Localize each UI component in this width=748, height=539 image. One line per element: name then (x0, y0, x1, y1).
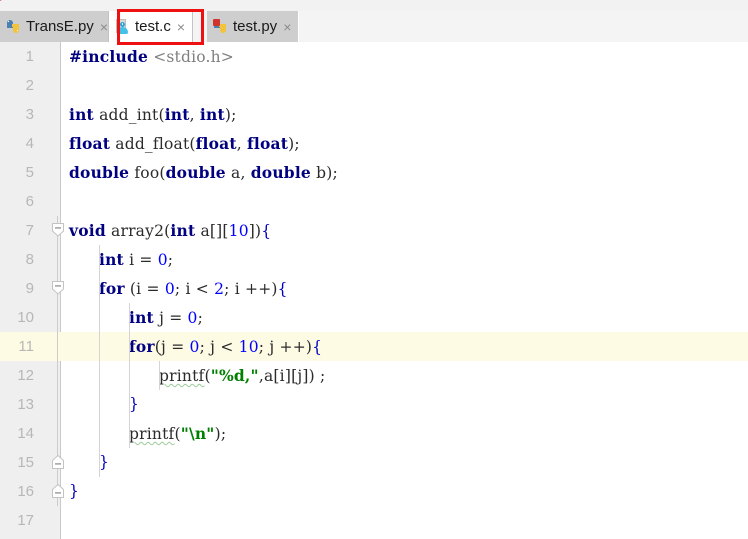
code-line[interactable]: 6 (0, 187, 748, 216)
line-number: 11 (0, 332, 46, 361)
close-icon[interactable]: × (283, 20, 291, 34)
line-number: 16 (0, 477, 46, 506)
line-number-text: 15 (17, 454, 34, 471)
fold-region-line (57, 332, 58, 361)
code-line[interactable]: 16} (0, 477, 748, 506)
code-text[interactable]: } (61, 477, 748, 506)
line-number-text: 17 (17, 512, 34, 529)
line-number: 3 (0, 100, 46, 129)
code-text[interactable]: for(j = 0; j < 10; j ++){ (61, 332, 748, 361)
tab-test-py[interactable]: test.py × (207, 11, 300, 42)
line-number: 8 (0, 245, 46, 274)
editor-tab-bar: TransE.py × test.c × test.py × (0, 11, 748, 43)
indent-guide (129, 303, 130, 448)
tab-label: TransE.py (26, 18, 94, 35)
fold-region-line (57, 419, 58, 448)
code-line[interactable]: 9 for (i = 0; i < 2; i ++){ (0, 274, 748, 303)
code-line[interactable]: 15} (0, 448, 748, 477)
line-number: 6 (0, 187, 46, 216)
code-line[interactable]: 5 double foo(double a, double b); (0, 158, 748, 187)
code-text[interactable]: int j = 0; (61, 303, 748, 332)
breadcrumb-trail: / / (14, 0, 23, 3)
indent-guide (99, 245, 100, 477)
line-number-text: 12 (17, 367, 34, 384)
code-line[interactable]: 17 (0, 506, 748, 535)
code-line[interactable]: 7 void array2(int a[][10]){ (0, 216, 748, 245)
code-text[interactable] (61, 187, 748, 216)
line-number-text: 5 (25, 164, 34, 181)
python-modified-file-icon (213, 18, 228, 35)
code-lines: 1 #include <stdio.h> 2 3 int add_int(int, in… (0, 42, 748, 535)
line-number: 14 (0, 419, 46, 448)
line-number: 7 (0, 216, 46, 245)
fold-region-line (57, 361, 58, 390)
code-text[interactable]: float add_float(float, float); (61, 129, 748, 158)
code-line[interactable]: 10 int j = 0; (0, 303, 748, 332)
code-text[interactable]: } (61, 390, 748, 419)
code-line[interactable]: 14 printf("\n"); (0, 419, 748, 448)
tab-transe-py[interactable]: TransE.py × (0, 11, 116, 42)
breadcrumb-marker: ▸ (0, 0, 6, 4)
code-text[interactable]: printf("%d,",a[i][j]) ; (61, 361, 748, 390)
line-number: 15 (0, 448, 46, 477)
code-line[interactable]: 4 float add_float(float, float); (0, 129, 748, 158)
line-number: 5 (0, 158, 46, 187)
code-text[interactable]: int i = 0; (61, 245, 748, 274)
fold-region-line (57, 303, 58, 332)
code-line[interactable]: 11 for(j = 0; j < 10; j ++){ (0, 332, 748, 361)
line-number: 12 (0, 361, 46, 390)
code-text[interactable]: printf("\n"); (61, 419, 748, 448)
line-number: 2 (0, 71, 46, 100)
code-text[interactable]: } (61, 448, 748, 477)
line-number: 4 (0, 129, 46, 158)
line-number: 13 (0, 390, 46, 419)
line-number-text: 4 (25, 135, 34, 152)
code-line[interactable]: 3 int add_int(int, int); (0, 100, 748, 129)
line-number-text: 10 (17, 309, 34, 326)
python-file-icon (6, 19, 21, 35)
close-icon[interactable]: × (177, 20, 185, 34)
line-number: 17 (0, 506, 46, 535)
code-text[interactable] (61, 506, 748, 535)
line-number-text: 3 (25, 106, 34, 123)
code-text[interactable]: int add_int(int, int); (61, 100, 748, 129)
line-number-text: 16 (17, 483, 34, 500)
line-number: 9 (0, 274, 46, 303)
editor-window: ▸ / / TransE.py × test.c (0, 0, 748, 539)
line-number: 1 (0, 42, 46, 71)
line-number-text: 1 (25, 48, 34, 65)
fold-region-line (57, 245, 58, 274)
line-number-text: 2 (25, 77, 34, 94)
c-file-icon (115, 18, 130, 35)
line-number-text: 11 (18, 338, 34, 355)
code-text[interactable]: #include <stdio.h> (61, 42, 748, 71)
code-line[interactable]: 13} (0, 390, 748, 419)
line-number: 10 (0, 303, 46, 332)
line-number-text: 14 (17, 425, 34, 442)
code-text[interactable] (61, 71, 748, 100)
tab-test-c[interactable]: test.c × (108, 11, 194, 42)
fold-region-line (57, 390, 58, 419)
line-number-text: 13 (17, 396, 34, 413)
code-line[interactable]: 2 (0, 71, 748, 100)
code-editor-area[interactable]: 1 #include <stdio.h> 2 3 int add_int(int, in… (0, 42, 748, 539)
code-line[interactable]: 12 printf("%d,",a[i][j]) ; (0, 361, 748, 390)
code-line[interactable]: 1 #include <stdio.h> (0, 42, 748, 71)
close-icon[interactable]: × (100, 20, 108, 34)
line-number-text: 8 (25, 251, 34, 268)
line-number-text: 6 (25, 193, 34, 210)
indent-guide (159, 361, 160, 390)
line-number-text: 9 (25, 280, 34, 297)
code-text[interactable]: for (i = 0; i < 2; i ++){ (61, 274, 748, 303)
code-text[interactable]: void array2(int a[][10]){ (61, 216, 748, 245)
tab-label: test.py (233, 18, 278, 35)
code-text[interactable]: double foo(double a, double b); (61, 158, 748, 187)
line-number-text: 7 (25, 222, 34, 239)
tab-label: test.c (135, 18, 171, 35)
code-line[interactable]: 8 int i = 0; (0, 245, 748, 274)
